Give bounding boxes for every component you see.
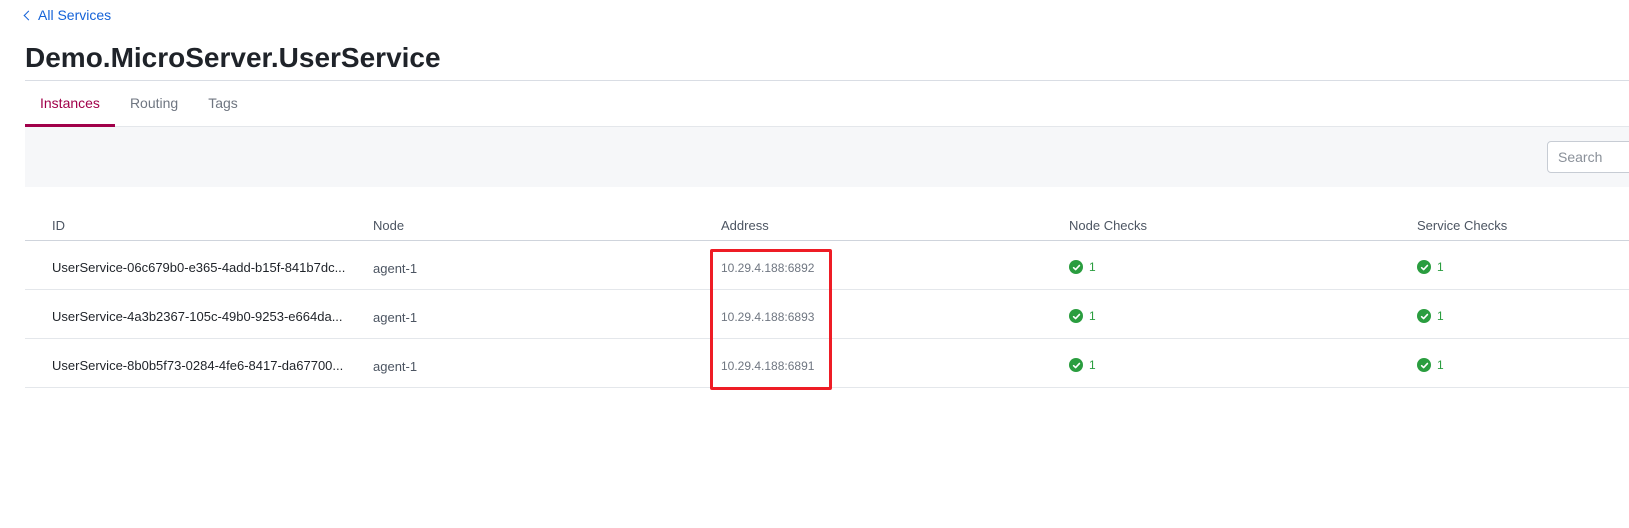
table-row[interactable]: UserService-4a3b2367-105c-49b0-9253-e664…: [25, 290, 1629, 339]
header-address[interactable]: Address: [721, 218, 769, 233]
node-checks-count: 1: [1089, 358, 1096, 372]
service-checks-count: 1: [1437, 260, 1444, 274]
check-circle-icon: [1417, 260, 1431, 274]
instance-id[interactable]: UserService-4a3b2367-105c-49b0-9253-e664…: [52, 309, 358, 324]
header-id[interactable]: ID: [52, 218, 358, 233]
node-checks-status: 1: [1069, 309, 1096, 323]
table-header: ID Node Address Node Checks Service Chec…: [25, 212, 1629, 241]
breadcrumb-label: All Services: [38, 7, 112, 23]
service-checks-count: 1: [1437, 309, 1444, 323]
service-checks-count: 1: [1437, 358, 1444, 372]
node-checks-count: 1: [1089, 260, 1096, 274]
filter-toolbar: [25, 127, 1629, 187]
table-row[interactable]: UserService-06c679b0-e365-4add-b15f-841b…: [25, 241, 1629, 290]
check-circle-icon: [1069, 358, 1083, 372]
node-checks-status: 1: [1069, 358, 1096, 372]
service-detail-page: All Services Demo.MicroServer.UserServic…: [0, 0, 1629, 528]
check-circle-icon: [1069, 260, 1083, 274]
tab-routing[interactable]: Routing: [115, 81, 193, 126]
instance-address: 10.29.4.188:6893: [721, 310, 815, 324]
tab-instances[interactable]: Instances: [25, 81, 115, 127]
tab-bar: Instances Routing Tags: [25, 81, 1629, 127]
tab-tags[interactable]: Tags: [193, 81, 253, 126]
header-node[interactable]: Node: [373, 218, 404, 233]
chevron-left-icon: [23, 10, 34, 21]
instance-node: agent-1: [373, 261, 418, 276]
table-row[interactable]: UserService-8b0b5f73-0284-4fe6-8417-da67…: [25, 339, 1629, 388]
search-input[interactable]: [1547, 141, 1629, 173]
service-checks-status: 1: [1417, 260, 1444, 274]
breadcrumb-all-services[interactable]: All Services: [23, 7, 112, 23]
instance-id[interactable]: UserService-06c679b0-e365-4add-b15f-841b…: [52, 260, 358, 275]
check-circle-icon: [1417, 358, 1431, 372]
instance-address: 10.29.4.188:6891: [721, 359, 815, 373]
instance-id[interactable]: UserService-8b0b5f73-0284-4fe6-8417-da67…: [52, 358, 358, 373]
service-checks-status: 1: [1417, 309, 1444, 323]
node-checks-status: 1: [1069, 260, 1096, 274]
check-circle-icon: [1069, 309, 1083, 323]
instance-node: agent-1: [373, 310, 418, 325]
page-title: Demo.MicroServer.UserService: [25, 42, 441, 73]
service-checks-status: 1: [1417, 358, 1444, 372]
header-service-checks[interactable]: Service Checks: [1417, 218, 1507, 233]
instance-address: 10.29.4.188:6892: [721, 261, 815, 275]
header-node-checks[interactable]: Node Checks: [1069, 218, 1147, 233]
node-checks-count: 1: [1089, 309, 1096, 323]
instances-table: ID Node Address Node Checks Service Chec…: [25, 212, 1629, 388]
instance-node: agent-1: [373, 359, 418, 374]
check-circle-icon: [1417, 309, 1431, 323]
